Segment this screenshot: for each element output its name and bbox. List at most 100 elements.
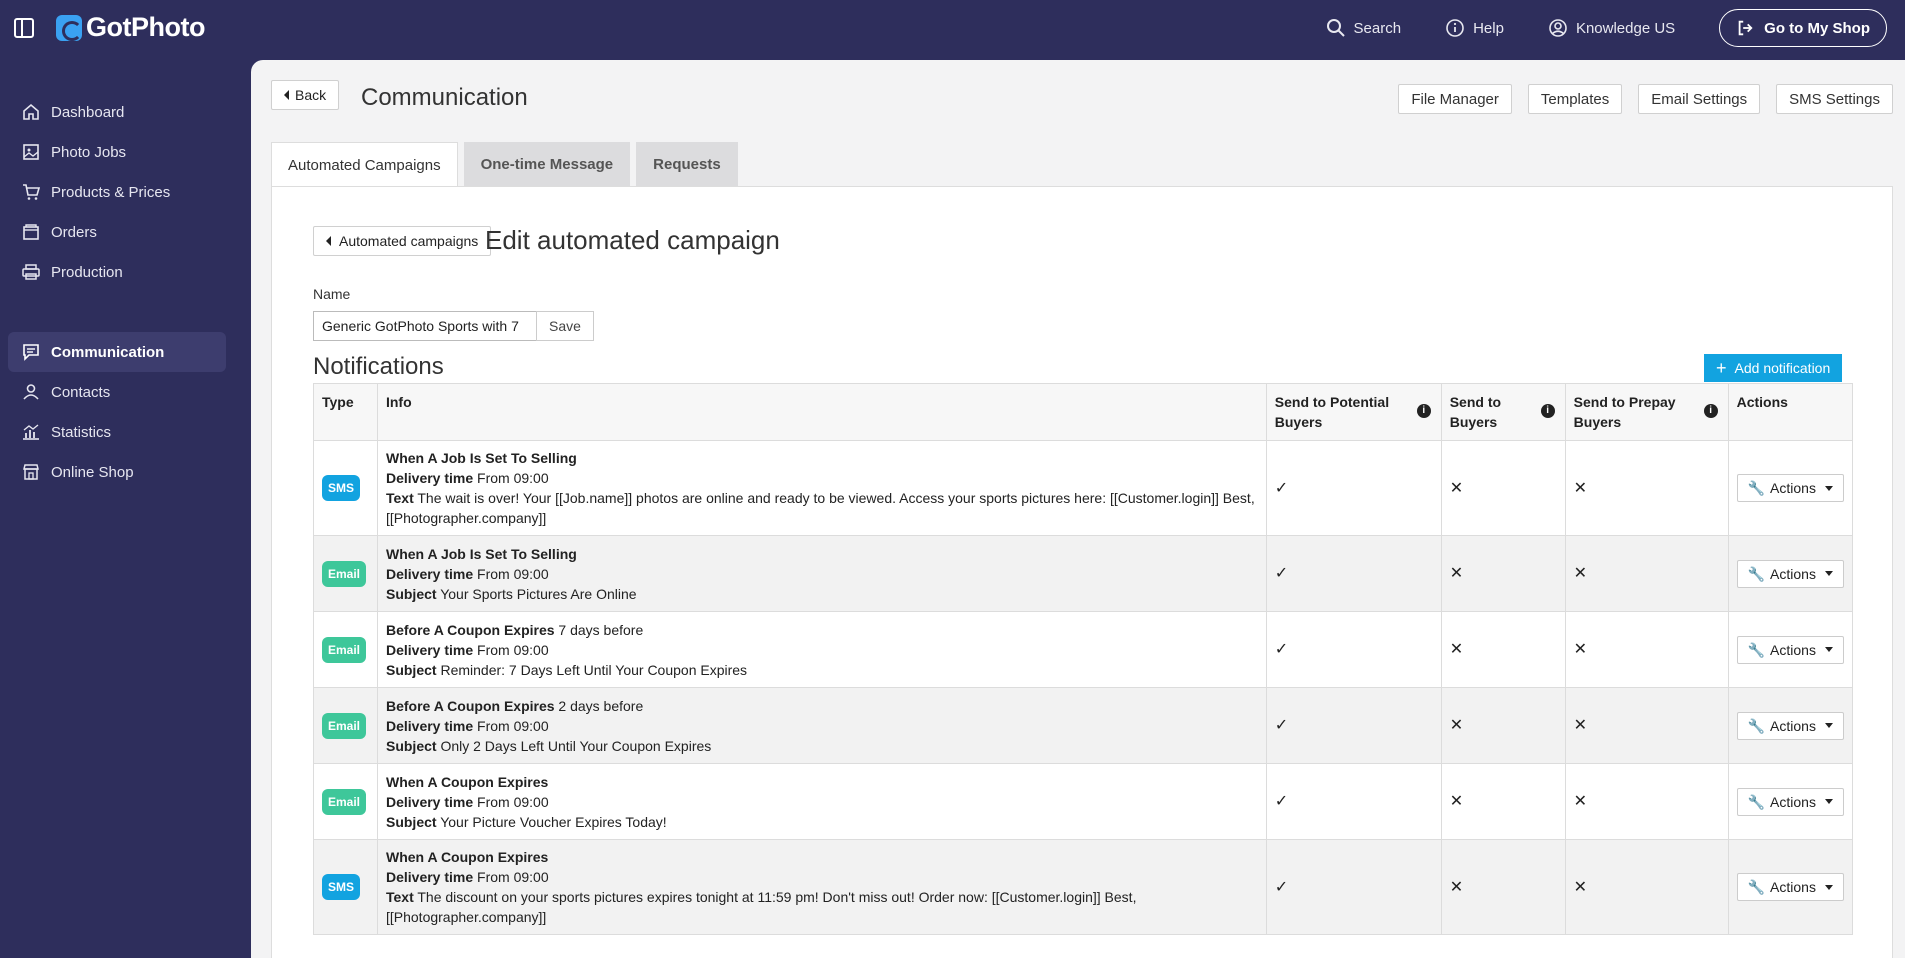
delivery-time: From 09:00 [477, 869, 549, 885]
cross-icon: ✕ [1449, 479, 1464, 497]
search-link[interactable]: Search [1326, 18, 1401, 38]
content-text: The discount on your sports pictures exp… [385, 889, 1137, 925]
delivery-label: Delivery time [385, 565, 474, 582]
actions-dropdown[interactable]: 🔧 Actions [1736, 787, 1844, 816]
templates-button[interactable]: Templates [1527, 84, 1623, 114]
edit-campaign-title: Edit automated campaign [485, 225, 780, 255]
sidebar-item-label: Online Shop [51, 463, 134, 481]
actions-dropdown[interactable]: 🔧 Actions [1736, 711, 1844, 740]
delivery-time: From 09:00 [477, 565, 549, 582]
account-link[interactable]: Knowledge US [1548, 18, 1675, 38]
info-icon[interactable]: i [1703, 404, 1718, 418]
tab-automated-campaigns[interactable]: Automated Campaigns [271, 142, 458, 188]
cross-icon: ✕ [1573, 793, 1588, 810]
content-label: Subject [385, 737, 437, 754]
actions-label: Actions [1770, 879, 1816, 895]
content-text: Your Sports Pictures Are Online [440, 585, 637, 602]
check-icon: ✓ [1274, 717, 1289, 734]
shop-icon [23, 464, 39, 480]
cross-icon: ✕ [1449, 793, 1464, 810]
sidebar-toggle-icon[interactable] [14, 18, 34, 38]
cross-icon: ✕ [1573, 717, 1588, 734]
cross-icon: ✕ [1573, 565, 1588, 582]
wrench-icon: 🔧 [1747, 565, 1766, 582]
info-icon[interactable]: i [1416, 404, 1431, 418]
wrench-icon: 🔧 [1747, 717, 1766, 734]
file-manager-button[interactable]: File Manager [1398, 84, 1512, 114]
content-label: Subject [385, 813, 437, 830]
header-type: Type [313, 383, 378, 441]
notifications-table: Type Info Send to Potential Buyers i Send… [313, 383, 1854, 935]
logo-icon [56, 14, 82, 41]
sidebar-item-online-shop[interactable]: Online Shop [8, 452, 226, 492]
account-label: Knowledge US [1575, 19, 1676, 37]
sidebar-item-contacts[interactable]: Contacts [8, 372, 226, 412]
info-icon[interactable]: i [1540, 404, 1555, 418]
caret-down-icon [1824, 647, 1833, 652]
sms-settings-button[interactable]: SMS Settings [1776, 84, 1893, 114]
actions-label: Actions [1770, 793, 1816, 810]
header-potential-label: Send to Potential Buyers [1274, 394, 1390, 430]
cross-icon: ✕ [1573, 641, 1588, 658]
go-to-shop-button[interactable]: Go to My Shop [1719, 9, 1887, 47]
notifications-title: Notifications [313, 353, 444, 380]
table-row: Email Before A Coupon Expires 2 days bef… [313, 687, 1854, 764]
sidebar-item-products-prices[interactable]: Products & Prices [8, 172, 226, 212]
tab-requests[interactable]: Requests [636, 142, 738, 186]
actions-dropdown[interactable]: 🔧 Actions [1736, 635, 1844, 664]
sidebar-item-dashboard[interactable]: Dashboard [8, 92, 226, 132]
sidebar-item-production[interactable]: Production [8, 252, 226, 292]
event-name: When A Job Is Set To Selling [385, 545, 577, 562]
tab-one-time-message[interactable]: One-time Message [463, 142, 631, 186]
wrench-icon: 🔧 [1747, 641, 1766, 658]
event-name: When A Job Is Set To Selling [385, 450, 577, 466]
actions-label: Actions [1770, 717, 1816, 734]
sidebar-item-label: Photo Jobs [51, 143, 127, 161]
delivery-time: From 09:00 [477, 717, 549, 734]
event-name: Before A Coupon Expires [385, 621, 555, 638]
sidebar-item-statistics[interactable]: Statistics [8, 412, 226, 452]
actions-dropdown[interactable]: 🔧 Actions [1736, 873, 1844, 901]
header-info: Info [376, 383, 1267, 441]
box-icon [23, 224, 39, 240]
user-circle-icon [1549, 19, 1567, 37]
caret-down-icon [1824, 723, 1833, 728]
help-label: Help [1473, 19, 1504, 37]
add-notification-button[interactable]: + Add notification [1704, 354, 1843, 382]
cross-icon: ✕ [1449, 717, 1464, 734]
content-text: Only 2 Days Left Until Your Coupon Expir… [440, 737, 712, 754]
delivery-label: Delivery time [385, 717, 474, 734]
sidebar-item-communication[interactable]: Communication [8, 332, 226, 372]
type-badge: Email [322, 636, 367, 663]
cross-icon: ✕ [1449, 641, 1464, 658]
header-prepay: Send to Prepay Buyers i [1564, 383, 1729, 441]
sidebar-item-photo-jobs[interactable]: Photo Jobs [8, 132, 226, 172]
sidebar-item-orders[interactable]: Orders [8, 212, 226, 252]
page-title: Communication [361, 84, 528, 111]
automated-campaigns-back-button[interactable]: Automated campaigns [313, 226, 492, 256]
table-row: Email Before A Coupon Expires 7 days bef… [313, 611, 1854, 688]
name-label: Name [313, 286, 351, 302]
search-icon [1326, 19, 1345, 37]
campaign-name-input[interactable]: Generic GotPhoto Sports with 7 [313, 311, 537, 341]
help-link[interactable]: Help [1445, 18, 1504, 38]
wrench-icon: 🔧 [1747, 879, 1766, 895]
email-settings-button[interactable]: Email Settings [1638, 84, 1761, 114]
actions-dropdown[interactable]: 🔧 Actions [1736, 474, 1844, 502]
save-button[interactable]: Save [536, 311, 594, 341]
check-icon: ✓ [1274, 793, 1289, 810]
cart-icon [23, 184, 41, 200]
back-button[interactable]: Back [271, 80, 340, 110]
actions-dropdown[interactable]: 🔧 Actions [1736, 559, 1844, 588]
info-cell: Before A Coupon Expires 2 days before De… [376, 687, 1267, 764]
chat-icon [23, 344, 39, 361]
sidebar-item-label: Statistics [51, 423, 112, 441]
delivery-time: From 09:00 [477, 793, 549, 810]
go-to-shop-label: Go to My Shop [1764, 19, 1870, 37]
logo-text: GotPhoto [86, 12, 205, 42]
content-label: Subject [385, 585, 437, 602]
info-icon [1446, 19, 1464, 37]
logo[interactable]: GotPhoto [56, 12, 205, 43]
sidebar: Dashboard Photo Jobs Products & Prices O… [0, 56, 250, 958]
plus-icon: + [1716, 358, 1727, 378]
